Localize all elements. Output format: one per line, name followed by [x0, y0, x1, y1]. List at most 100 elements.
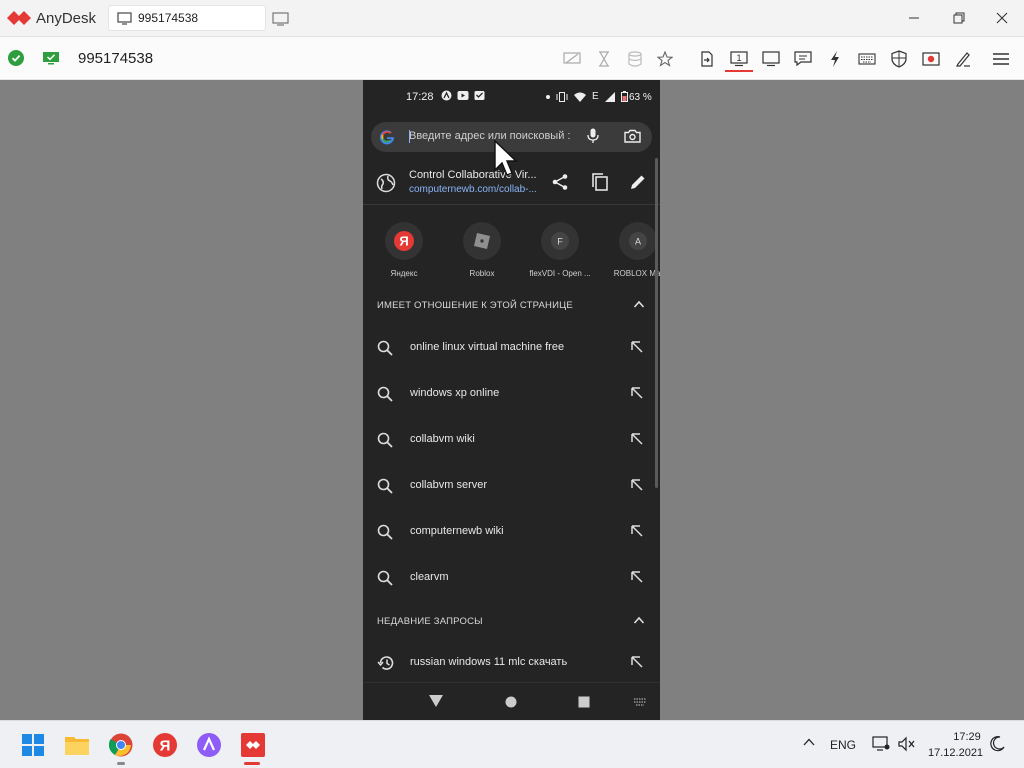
- suggestion-text: computernewb wiki: [410, 525, 504, 537]
- hourglass-icon[interactable]: [594, 49, 614, 69]
- speaker-muted-icon[interactable]: [898, 736, 916, 752]
- suggestion-text: online linux virtual machine free: [410, 341, 565, 353]
- camera-icon[interactable]: [624, 129, 641, 143]
- letter-a-icon: A: [619, 222, 657, 260]
- suggestion-item[interactable]: computernewb wiki: [363, 509, 660, 555]
- insert-arrow-icon[interactable]: [631, 433, 643, 445]
- shortcut-label: flexVDI - Open ...: [529, 269, 591, 278]
- back-triangle-icon[interactable]: [429, 695, 443, 707]
- connected-check-icon: [8, 50, 24, 66]
- shortcut-label: Яндекс: [390, 269, 418, 278]
- suggestion-text: collabvm wiki: [410, 433, 475, 445]
- input-language[interactable]: ENG: [830, 738, 856, 752]
- roblox-icon: [463, 222, 501, 260]
- database-icon[interactable]: [625, 49, 645, 69]
- suggestion-item[interactable]: collabvm wiki: [363, 417, 660, 463]
- shortcut-tile-roblox-mail[interactable]: A ROBLOX Mai: [599, 222, 660, 278]
- chevron-up-icon[interactable]: [633, 300, 645, 308]
- windows-taskbar: Я ENG 17:29 17.12.2021: [0, 720, 1024, 768]
- share-icon[interactable]: [551, 173, 569, 191]
- restore-button[interactable]: [950, 10, 968, 26]
- menu-icon[interactable]: [991, 49, 1011, 69]
- notification-icons: [441, 90, 485, 101]
- close-button[interactable]: [993, 10, 1011, 26]
- network-e-icon: E: [592, 90, 599, 102]
- shortcut-tile-flexvdi[interactable]: F flexVDI - Open ...: [521, 222, 599, 278]
- edit-pencil-icon[interactable]: [629, 173, 647, 191]
- related-section-header: ИМЕЕТ ОТНОШЕНИЕ К ЭТОЙ СТРАНИЦЕ: [377, 300, 573, 311]
- signal-icon: [604, 91, 615, 102]
- recents-square-icon[interactable]: [578, 696, 590, 708]
- recent-query-item[interactable]: russian windows 11 mlc скачать: [363, 640, 660, 686]
- action-icon[interactable]: [825, 49, 845, 69]
- suggestion-item[interactable]: windows xp online: [363, 371, 660, 417]
- divider: [363, 204, 660, 205]
- keyboard-icon[interactable]: [633, 698, 647, 706]
- tray-chevron-up-icon[interactable]: [803, 738, 815, 746]
- svg-text:F: F: [557, 237, 563, 247]
- active-app-indicator: [244, 762, 260, 765]
- session-tab[interactable]: 995174538: [108, 5, 266, 31]
- display-tray-icon[interactable]: [872, 736, 890, 752]
- search-icon: [377, 340, 393, 356]
- tab-label: 995174538: [138, 11, 199, 25]
- running-indicator: [117, 762, 125, 765]
- insert-arrow-icon[interactable]: [631, 341, 643, 353]
- star-icon[interactable]: [655, 49, 675, 69]
- session-toolbar: 995174538 1: [0, 37, 1024, 80]
- suggestion-item[interactable]: collabvm server: [363, 463, 660, 509]
- search-icon: [377, 570, 393, 586]
- address-input[interactable]: Введите адрес или поисковый :: [409, 130, 570, 142]
- app-notification-icon: [441, 90, 452, 101]
- recent-section-header: НЕДАВНИЕ ЗАПРОСЫ: [377, 616, 483, 627]
- shortcut-tile-yandex[interactable]: Я Яндекс: [365, 222, 443, 278]
- insert-arrow-icon[interactable]: [631, 571, 643, 583]
- clock-time[interactable]: 17:29: [950, 731, 984, 743]
- copy-icon[interactable]: [591, 173, 609, 191]
- file-explorer-icon[interactable]: [64, 732, 90, 758]
- minimize-button[interactable]: [905, 10, 923, 26]
- display-icon[interactable]: [761, 49, 781, 69]
- whiteboard-icon[interactable]: [953, 49, 973, 69]
- keyboard-icon[interactable]: [857, 49, 877, 69]
- letter-f-icon: F: [541, 222, 579, 260]
- clock-date[interactable]: 17.12.2021: [928, 747, 983, 759]
- remote-monitor-icon: [42, 51, 60, 65]
- start-windows-icon[interactable]: [20, 732, 46, 758]
- insert-arrow-icon[interactable]: [631, 656, 643, 668]
- mouse-pointer-icon: [494, 140, 518, 178]
- new-session-icon[interactable]: [272, 11, 290, 27]
- chat-icon[interactable]: [793, 49, 813, 69]
- svg-text:Я: Я: [399, 234, 408, 249]
- monitor-1-icon[interactable]: 1: [729, 49, 749, 69]
- insert-arrow-icon[interactable]: [631, 387, 643, 399]
- anydesk-logo-icon: [7, 9, 33, 27]
- scrollbar[interactable]: [655, 158, 658, 488]
- chevron-up-icon[interactable]: [633, 616, 645, 624]
- microphone-icon[interactable]: [587, 128, 599, 144]
- insert-arrow-icon[interactable]: [631, 479, 643, 491]
- google-g-icon: [379, 129, 395, 145]
- home-circle-icon[interactable]: [505, 696, 517, 708]
- svg-text:A: A: [635, 237, 641, 247]
- alice-icon[interactable]: [196, 732, 222, 758]
- suggestion-item[interactable]: online linux virtual machine free: [363, 325, 660, 371]
- app-name: AnyDesk: [36, 10, 97, 27]
- suggestion-text: collabvm server: [410, 479, 488, 491]
- insert-arrow-icon[interactable]: [631, 525, 643, 537]
- privacy-icon[interactable]: [562, 49, 582, 69]
- yandex-browser-icon[interactable]: Я: [152, 732, 178, 758]
- focus-moon-icon[interactable]: [989, 736, 1005, 752]
- anydesk-taskbar-icon[interactable]: [240, 732, 266, 758]
- system-status-icons: E: [546, 91, 628, 102]
- shortcut-tile-roblox[interactable]: Roblox: [443, 222, 521, 278]
- permissions-icon[interactable]: [889, 49, 909, 69]
- svg-text:Я: Я: [160, 738, 171, 755]
- suggestion-text: clearvm: [410, 571, 449, 583]
- suggestion-item[interactable]: clearvm: [363, 555, 660, 601]
- video-notification-icon: [457, 90, 469, 101]
- record-icon[interactable]: [921, 49, 941, 69]
- search-icon: [377, 386, 393, 402]
- file-transfer-icon[interactable]: [697, 49, 717, 69]
- chrome-icon[interactable]: [108, 732, 134, 758]
